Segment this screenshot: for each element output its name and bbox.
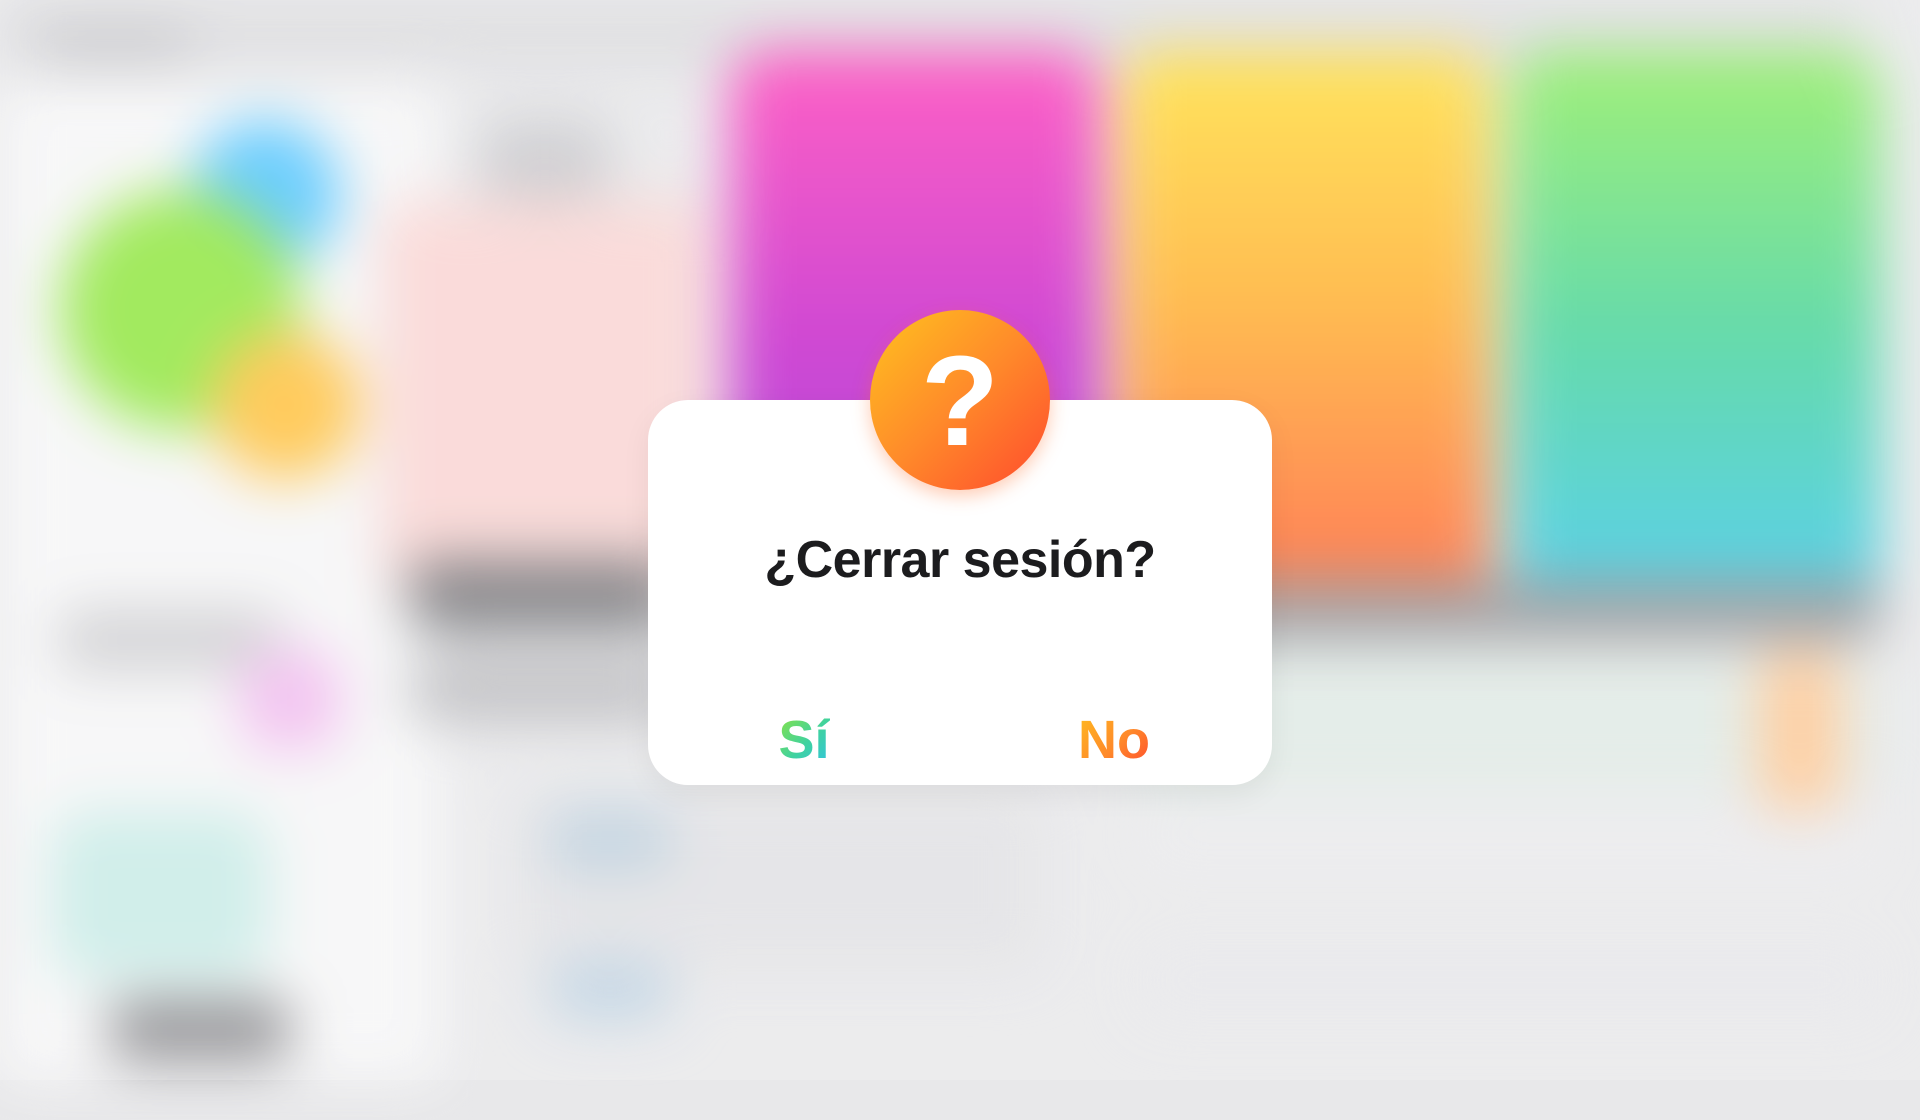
dialog-actions: Sí No <box>648 700 1272 780</box>
cancel-button-label: No <box>1078 710 1150 770</box>
dialog-icon-badge: ? <box>870 310 1050 490</box>
dialog-title: ¿Cerrar sesión? <box>764 531 1156 589</box>
cancel-button[interactable]: No <box>1014 700 1214 780</box>
confirm-button[interactable]: Sí <box>704 700 904 780</box>
question-mark-icon: ? <box>920 330 1000 473</box>
logout-dialog: ? ¿Cerrar sesión? Sí No <box>648 310 1272 810</box>
confirm-button-label: Sí <box>778 710 830 770</box>
